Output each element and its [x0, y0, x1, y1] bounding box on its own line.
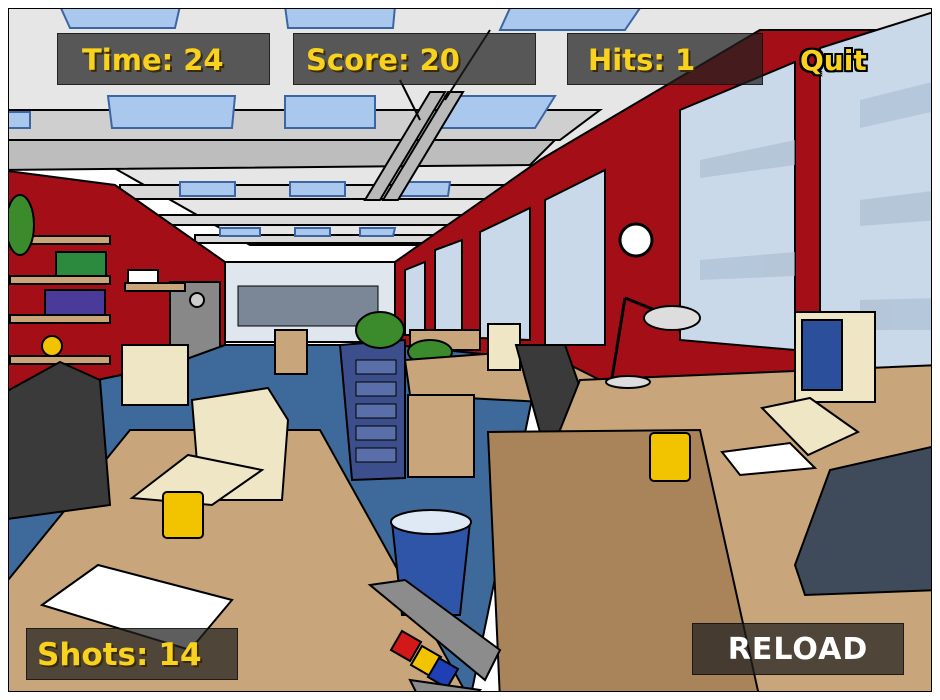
quit-button[interactable]: Quit: [800, 44, 867, 77]
mid-monitor: [487, 323, 521, 371]
time-value: 24: [183, 43, 224, 77]
time-display: Time: 24: [57, 33, 270, 85]
plant-left: [5, 194, 35, 256]
time-label: Time:: [82, 43, 174, 77]
copier: [121, 344, 189, 406]
coffee-mug-right: [649, 432, 691, 482]
mid-desk-drawers: [407, 394, 475, 478]
ceiling-beam-side: [0, 139, 558, 172]
hits-value: 1: [674, 43, 696, 77]
ceiling-beam-3: [159, 214, 481, 226]
score-value: 20: [419, 43, 460, 77]
score-label: Score:: [306, 43, 410, 77]
game-stage[interactable]: Time: 24 Score: 20 Hits: 1 Quit Shots: 14 RE…: [0, 0, 940, 700]
reload-button[interactable]: RELOAD: [692, 623, 904, 675]
right-monitor-screen: [801, 319, 843, 391]
left-chair: [0, 360, 112, 522]
door-window: [189, 292, 205, 308]
score-display: Score: 20: [293, 33, 536, 85]
far-buildings: [237, 285, 379, 327]
shots-display: Shots: 14: [26, 628, 238, 680]
coffee-mug-left: [162, 491, 204, 539]
shots-value: 14: [158, 637, 202, 673]
office-scene[interactable]: [0, 0, 940, 700]
hits-label: Hits:: [588, 43, 665, 77]
wall-clock: [618, 222, 654, 258]
shots-label: Shots:: [37, 637, 149, 673]
smiley-toy: [41, 335, 63, 357]
plant: [355, 311, 405, 349]
hits-display: Hits: 1: [567, 33, 763, 85]
